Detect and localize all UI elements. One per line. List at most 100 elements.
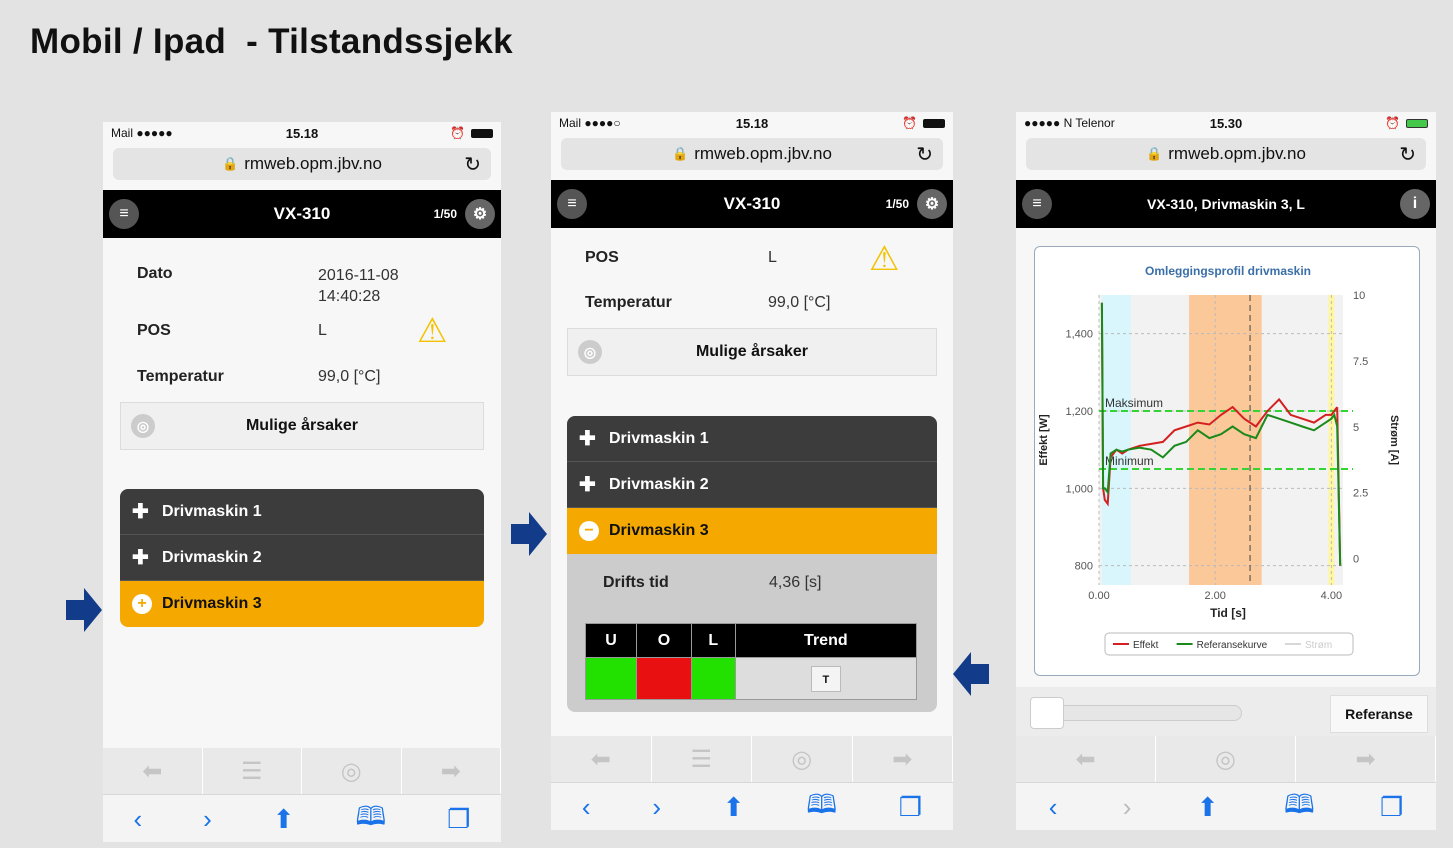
browser-toolbar: ‹ › ⬆ 🕮 ❐	[551, 782, 953, 830]
mulige-arsaker-button[interactable]: ◎ Mulige årsaker	[567, 328, 937, 376]
gear-icon[interactable]: ⚙	[465, 199, 495, 229]
url-text: rmweb.opm.jbv.no	[1168, 144, 1306, 163]
accordion-item-drivmaskin-2[interactable]: ✚ Drivmaskin 2	[567, 462, 937, 508]
field-value-pos: L	[768, 249, 777, 266]
clock: 15.18	[285, 125, 319, 141]
eye-icon: ◎	[578, 340, 602, 364]
tabs-icon[interactable]: ❐	[447, 804, 470, 835]
browser-back-icon[interactable]: ‹	[582, 792, 591, 823]
phone-screen-1: Mail ●●●●● 15.18 ⏰ 🔒 rmweb.opm.jbv.no ↻ …	[103, 122, 501, 842]
bookmarks-icon[interactable]: 🕮	[806, 786, 837, 830]
field-value-pos: L	[318, 322, 327, 339]
url-bar[interactable]: 🔒 rmweb.opm.jbv.no ↻	[1026, 138, 1426, 170]
browser-forward-icon[interactable]: ›	[1123, 792, 1132, 823]
lock-icon: 🔒	[672, 146, 689, 161]
field-label-temperatur: Temperatur	[137, 368, 224, 385]
warning-icon: ⚠	[869, 240, 900, 278]
browser-toolbar: ‹ › ⬆ 🕮 ❐	[103, 794, 501, 842]
share-icon[interactable]: ⬆	[1197, 792, 1219, 823]
menu-icon[interactable]: ≡	[1022, 189, 1052, 219]
field-value-temperatur: 99,0 [°C]	[318, 368, 381, 385]
list-circle-icon[interactable]: ☰	[652, 736, 752, 782]
browser-forward-icon[interactable]: ›	[652, 792, 661, 823]
bookmarks-icon[interactable]: 🕮	[1284, 786, 1315, 830]
page-title: Mobil / Ipad - Tilstandssjekk	[30, 22, 513, 61]
accordion-label: Drivmaskin 3	[609, 522, 709, 539]
app-header: ≡ VX-310 1/50 ⚙	[103, 190, 501, 238]
field-label-pos: POS	[137, 322, 171, 339]
list-circle-icon[interactable]: ☰	[203, 748, 302, 794]
accordion-item-drivmaskin-1[interactable]: ✚ Drivmaskin 1	[120, 489, 484, 535]
lock-icon: 🔒	[222, 156, 239, 171]
y2-tick-label: 7.5	[1353, 356, 1368, 368]
y2-tick-label: 10	[1353, 290, 1365, 302]
back-circle-icon[interactable]: ⬅	[1016, 736, 1156, 782]
plus-icon: ✚	[132, 547, 149, 569]
carrier-label: Mail ●●●●●	[111, 126, 173, 140]
chart-title: Omleggingsprofil drivmaskin	[1145, 264, 1311, 278]
menu-icon[interactable]: ≡	[557, 189, 587, 219]
pointer-arrow-icon	[511, 512, 547, 556]
record-counter: 1/50	[885, 197, 909, 211]
pointer-arrow-icon	[66, 588, 102, 632]
lock-icon: 🔒	[1146, 146, 1163, 161]
share-icon[interactable]: ⬆	[273, 804, 295, 835]
url-bar[interactable]: 🔒 rmweb.opm.jbv.no ↻	[113, 148, 491, 180]
accordion-item-drivmaskin-3[interactable]: + Drivmaskin 3	[120, 581, 484, 627]
reload-icon[interactable]: ↻	[464, 152, 481, 177]
x-tick-label: 4.00	[1321, 590, 1342, 602]
reload-icon[interactable]: ↻	[1399, 142, 1416, 167]
clock: 15.30	[1209, 115, 1243, 131]
slider-handle[interactable]	[1030, 697, 1064, 729]
threshold-label: Maksimum	[1105, 396, 1163, 410]
record-counter: 1/50	[433, 207, 457, 221]
plus-icon: ✚	[132, 501, 149, 523]
forward-circle-icon[interactable]: ➡	[402, 748, 501, 794]
gear-icon[interactable]: ⚙	[917, 189, 947, 219]
warning-icon: ⚠	[417, 312, 448, 350]
browser-back-icon[interactable]: ‹	[1049, 792, 1058, 823]
y2-axis-label: Strøm [A]	[1388, 415, 1400, 465]
browser-forward-icon[interactable]: ›	[203, 804, 212, 835]
field-value-temperatur: 99,0 [°C]	[768, 294, 831, 311]
mulige-label: Mulige årsaker	[695, 343, 809, 360]
accordion-item-drivmaskin-1[interactable]: ✚ Drivmaskin 1	[567, 416, 937, 462]
app-toolbar: ⬅ ☰ ◎ ➡	[103, 748, 501, 794]
drifts-tid-label: Drifts tid	[603, 574, 669, 591]
eye-circle-icon[interactable]: ◎	[302, 748, 402, 794]
trend-button[interactable]: T	[810, 665, 841, 692]
legend-label: Strøm	[1305, 640, 1332, 651]
forward-circle-icon[interactable]: ➡	[1296, 736, 1436, 782]
bookmarks-icon[interactable]: 🕮	[356, 798, 387, 842]
col-header-o: O	[636, 623, 692, 658]
browser-back-icon[interactable]: ‹	[133, 804, 142, 835]
plus-icon: ✚	[579, 428, 596, 450]
status-cell-o	[636, 657, 692, 700]
legend-label: Referansekurve	[1197, 640, 1268, 651]
menu-icon[interactable]: ≡	[109, 199, 139, 229]
col-header-u: U	[584, 623, 638, 658]
status-bar: Mail ●●●●● 15.18 ⏰	[103, 122, 501, 144]
share-icon[interactable]: ⬆	[723, 792, 745, 823]
accordion-item-drivmaskin-2[interactable]: ✚ Drivmaskin 2	[120, 535, 484, 581]
forward-circle-icon[interactable]: ➡	[853, 736, 953, 782]
accordion-item-drivmaskin-3[interactable]: − Drivmaskin 3	[567, 508, 937, 554]
eye-circle-icon[interactable]: ◎	[1156, 736, 1296, 782]
eye-circle-icon[interactable]: ◎	[752, 736, 853, 782]
y2-tick-label: 5	[1353, 422, 1359, 434]
reload-icon[interactable]: ↻	[916, 142, 933, 167]
info-icon[interactable]: i	[1400, 189, 1430, 219]
tabs-icon[interactable]: ❐	[1380, 792, 1403, 823]
referanse-button[interactable]: Referanse	[1330, 695, 1428, 733]
chart-panel: 800 1,000 1,200 1,400 0.00 2.00 4.00 0 2.5 5 7.5 10…	[1034, 246, 1420, 676]
app-title: VX-310, Drivmaskin 3, L	[1147, 196, 1305, 212]
y2-tick-label: 2.5	[1353, 488, 1368, 500]
back-circle-icon[interactable]: ⬅	[551, 736, 652, 782]
url-bar[interactable]: 🔒 rmweb.opm.jbv.no ↻	[561, 138, 943, 170]
y-tick-label: 1,200	[1065, 406, 1093, 418]
app-toolbar: ⬅ ☰ ◎ ➡	[551, 736, 953, 782]
back-circle-icon[interactable]: ⬅	[103, 748, 203, 794]
mulige-arsaker-button[interactable]: ◎ Mulige årsaker	[120, 402, 484, 450]
drifts-tid-value: 4,36 [s]	[769, 574, 822, 591]
tabs-icon[interactable]: ❐	[899, 792, 922, 823]
